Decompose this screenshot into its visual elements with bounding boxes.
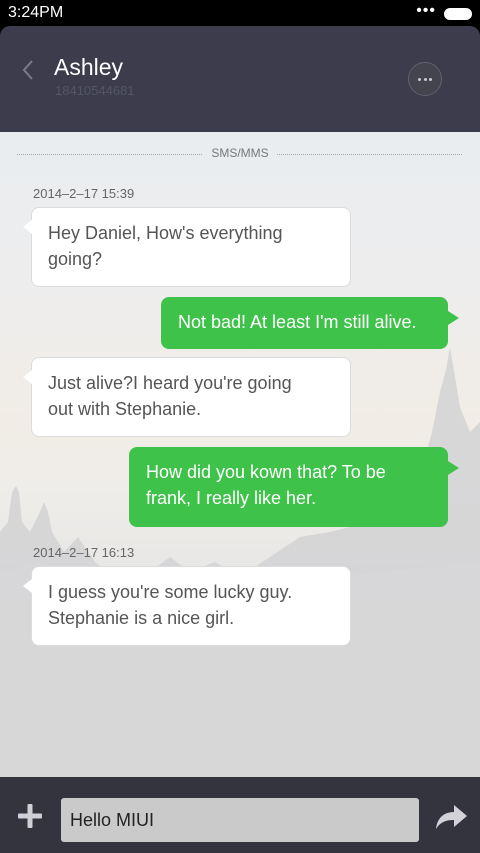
message-text: Not bad! At least I'm still alive. [178, 312, 417, 332]
status-bar: 3:24PM ••• [0, 0, 480, 26]
more-button[interactable] [408, 62, 442, 96]
message-bubble-incoming[interactable]: I guess you're some lucky guy. Stephanie… [23, 566, 351, 646]
message-text: Stephanie is a nice girl. [48, 608, 235, 628]
add-attachment-button[interactable] [15, 801, 45, 831]
message-bubble-incoming[interactable]: Hey Daniel, How's everything going? [23, 207, 351, 287]
message-text: Hey Daniel, How's everything [48, 223, 283, 243]
message-bubble-outgoing[interactable]: Not bad! At least I'm still alive. [161, 297, 459, 349]
message-text: I guess you're some lucky guy. [48, 582, 293, 602]
send-arrow-icon [436, 805, 467, 829]
battery-icon [444, 8, 472, 20]
message-bubble-outgoing[interactable]: How did you kown that? To be frank, I re… [129, 447, 459, 527]
contact-number: 18410544681 [55, 83, 135, 98]
timestamp: 2014–2–17 16:13 [33, 545, 135, 560]
chevron-left-icon [22, 60, 33, 80]
contact-name: Ashley [54, 54, 124, 80]
message-text: frank, I really like her. [146, 488, 317, 508]
divider-right [277, 154, 462, 155]
message-input[interactable] [61, 798, 419, 842]
message-text: going? [48, 249, 103, 269]
plus-icon [18, 804, 42, 828]
message-bubble-incoming[interactable]: Just alive?I heard you're going out with… [23, 357, 351, 437]
message-text: Just alive?I heard you're going [48, 373, 292, 393]
channel-label: SMS/MMS [211, 146, 269, 160]
message-text: How did you kown that? To be [146, 462, 386, 482]
chat-area[interactable]: SMS/MMS 2014–2–17 15:39 Hey Daniel, How'… [0, 132, 480, 777]
compose-bar [0, 777, 480, 853]
conversation-header: Ashley 18410544681 [0, 26, 480, 132]
message-text: out with Stephanie. [48, 399, 202, 419]
back-button[interactable] [18, 56, 42, 84]
send-button[interactable] [434, 802, 468, 832]
timestamp: 2014–2–17 15:39 [33, 186, 135, 201]
status-time: 3:24PM [8, 4, 64, 21]
signal-dots-icon: ••• [416, 2, 436, 19]
